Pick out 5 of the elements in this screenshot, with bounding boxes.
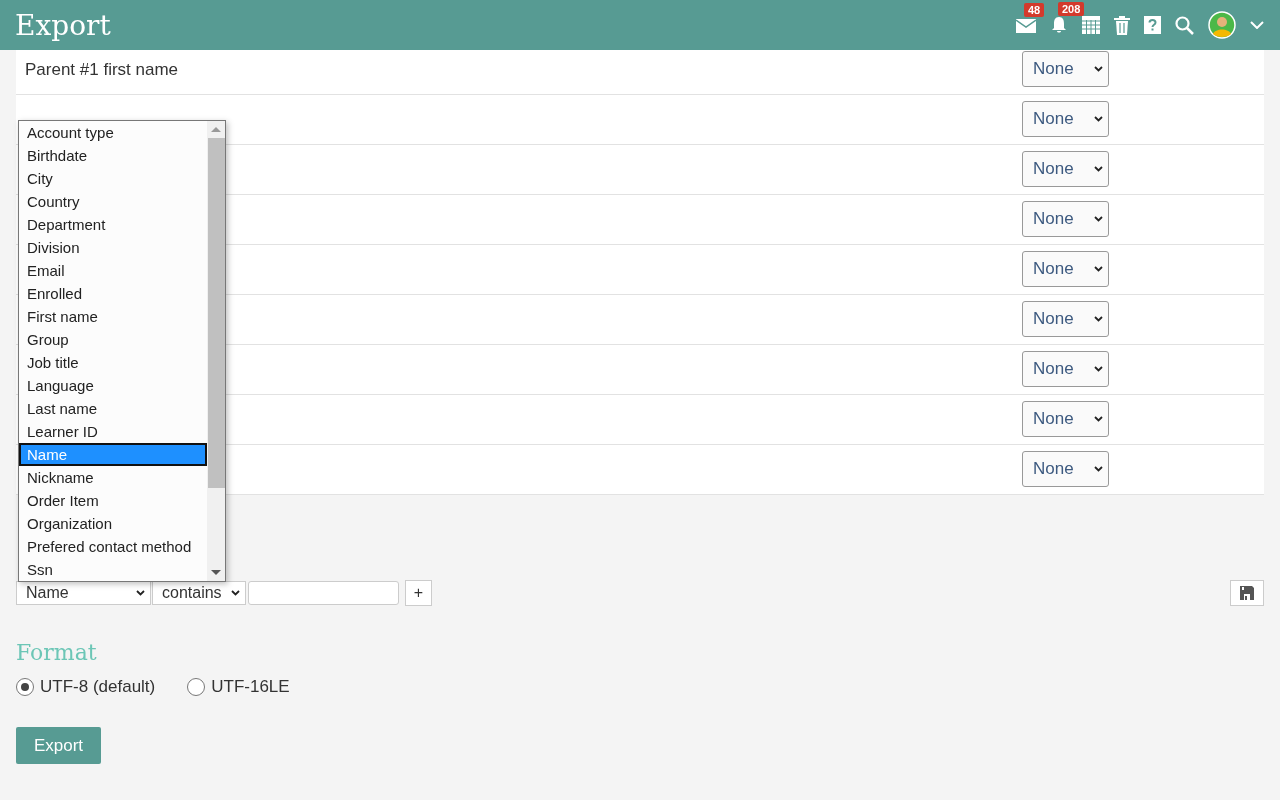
notification-badge: 48 (1024, 3, 1045, 17)
notification-badge: 208 (1058, 2, 1085, 16)
page-title: Export (15, 8, 111, 42)
field-label: Parent #1 first name (24, 59, 179, 80)
section-heading: Format (16, 640, 98, 665)
